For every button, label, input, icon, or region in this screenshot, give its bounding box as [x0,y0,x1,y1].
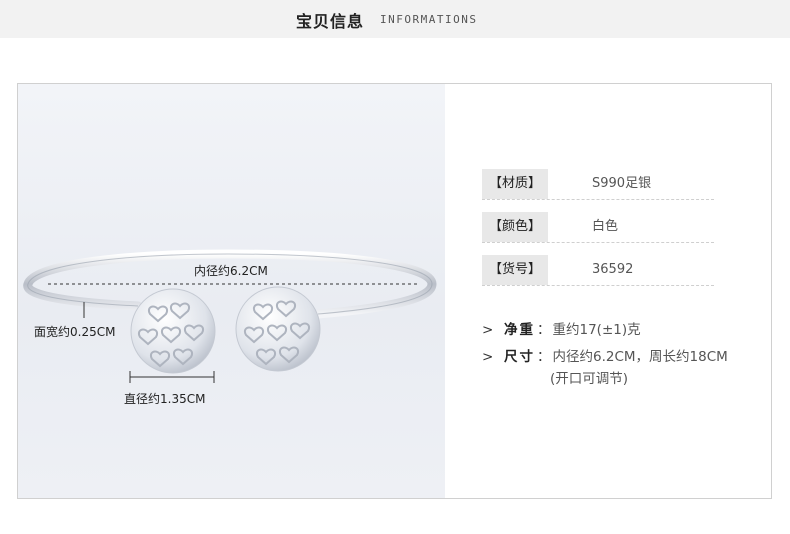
spec-row-color: 【颜色】 白色 [482,212,714,243]
inner-diameter-label: 内径约6.2CM [194,264,268,278]
left-ball-icon [130,288,216,374]
section-title: 宝贝信息 [296,12,365,31]
detail-value: 内径约6.2CM，周长约18CM [552,349,728,365]
bracelet-photo: 内径约6.2CM 面宽约0.25CM 直径约1.35CM [18,84,445,498]
detail-key: 净重 [504,322,535,338]
spec-value: 36592 [592,262,634,277]
right-ball-icon [235,286,321,372]
spec-key: 【颜色】 [482,212,548,242]
detail-weight: > 净重：重约17(±1)克 [482,318,641,338]
section-subtitle: INFORMATIONS [380,13,478,26]
detail-colon: ： [537,322,551,338]
band-width-label: 面宽约0.25CM [34,325,116,339]
header-band: 宝贝信息 INFORMATIONS [0,0,790,38]
spec-key: 【材质】 [482,169,548,199]
bracelet-illustration [23,249,437,383]
spec-value: S990足银 [592,176,652,191]
arrow-icon: > [482,322,494,338]
detail-key: 尺寸 [504,349,535,365]
spec-key: 【货号】 [482,255,548,285]
ball-diameter-label: 直径约1.35CM [124,392,206,406]
detail-value: 重约17(±1)克 [552,322,641,338]
detail-colon: ： [537,349,551,365]
detail-size-note: (开口可调节) [550,367,628,387]
spec-row-material: 【材质】 S990足银 [482,169,714,200]
spec-value: 白色 [592,219,619,234]
arrow-icon: > [482,349,494,365]
detail-value-line2: (开口可调节) [550,371,629,387]
detail-size: > 尺寸：内径约6.2CM，周长约18CM [482,345,728,365]
spec-row-item-number: 【货号】 36592 [482,255,714,286]
